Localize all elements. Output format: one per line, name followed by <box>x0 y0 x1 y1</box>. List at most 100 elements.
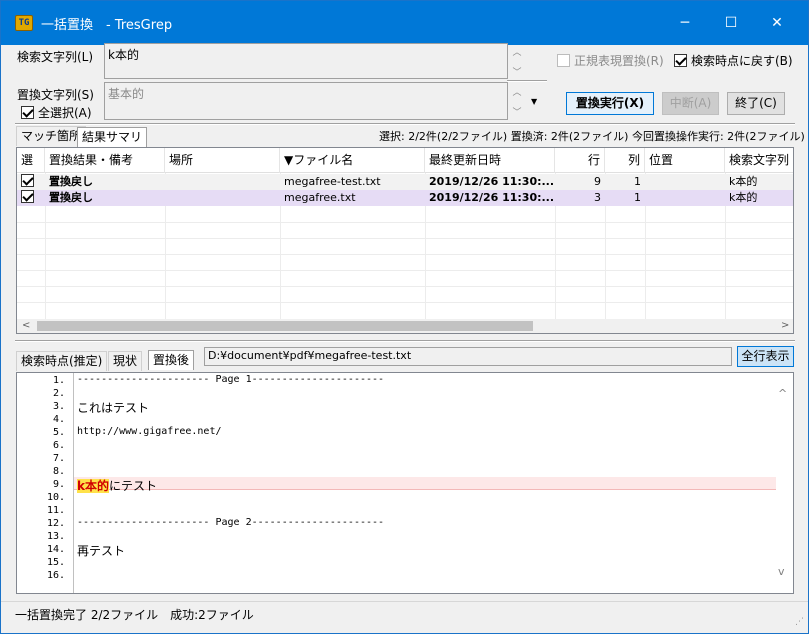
revert-to-search-checkbox[interactable]: 検索時点に戻す(B) <box>674 52 793 69</box>
line-number: 10. <box>46 492 65 503</box>
search-scroll-down-icon[interactable]: ﹀ <box>509 65 525 78</box>
replace-scroll-up-icon[interactable]: ︿ <box>509 85 525 98</box>
search-string-field[interactable]: k本的 <box>104 43 508 79</box>
tab-after-replace[interactable]: 置換後 <box>148 350 195 370</box>
line-number: 8. <box>52 466 65 477</box>
column-header-select[interactable]: 選 <box>17 148 45 173</box>
top-section-divider <box>15 123 795 125</box>
replace-window: TG 一括置換 - TresGrep ─ ☐ ✕ 検索文字列(L) k本的 ︿ … <box>0 0 809 634</box>
title-bar[interactable]: TG 一括置換 - TresGrep ─ ☐ ✕ <box>1 1 808 45</box>
column-header-position[interactable]: 位置 <box>645 148 725 173</box>
cell-column: 1 <box>634 175 641 188</box>
regex-check-icon <box>557 54 570 67</box>
line-number: 14. <box>46 544 65 555</box>
editor-scroll-down-icon[interactable]: v <box>778 565 785 578</box>
cell-filename: megafree-test.txt <box>284 175 381 188</box>
app-icon: TG <box>15 15 33 31</box>
column-header-location[interactable]: 場所 <box>165 148 280 173</box>
column-header-line[interactable]: 行 <box>555 148 605 173</box>
search-scroll-up-icon[interactable]: ︿ <box>509 45 525 58</box>
row-checkbox[interactable] <box>21 190 41 206</box>
line-number: 12. <box>46 518 65 529</box>
line-number: 11. <box>46 505 65 516</box>
cell-modified: 2019/12/26 11:30:... <box>429 191 555 204</box>
row-checkbox[interactable] <box>21 174 41 190</box>
cell-location <box>165 190 280 206</box>
regex-replace-checkbox[interactable]: 正規表現置換(R) <box>557 52 664 69</box>
scrollbar-thumb[interactable] <box>37 321 533 331</box>
column-header-modified[interactable]: 最終更新日時 <box>425 148 555 173</box>
cell-result: 置換戻し <box>49 191 93 204</box>
resize-grip-icon[interactable]: ⋰ <box>795 617 804 627</box>
line-number: 7. <box>52 453 65 464</box>
close-window-button[interactable]: ✕ <box>754 1 800 45</box>
line-number: 15. <box>46 557 65 568</box>
revert-check-icon <box>674 54 687 67</box>
line-number: 13. <box>46 531 65 542</box>
cell-column: 1 <box>634 191 641 204</box>
preview-editor[interactable]: 1. 2. 3. 4. 5. 6. 7. 8. 9. 10. 11. 12. 1… <box>16 372 794 594</box>
cell-line: 3 <box>594 191 601 204</box>
cell-search-string: k本的 <box>729 191 758 204</box>
results-table: 選 置換結果・備考 場所 ▼ファイル名 最終更新日時 行 列 位置 検索文字列 … <box>16 147 794 334</box>
column-header-result[interactable]: 置換結果・備考 <box>45 148 165 173</box>
select-all-checkbox[interactable]: 全選択(A) <box>21 104 92 121</box>
revert-to-search-label: 検索時点に戻す(B) <box>691 54 793 68</box>
middle-section-divider <box>15 340 795 342</box>
table-row[interactable]: 置換戻し megafree.txt 2019/12/26 11:30:... 3… <box>17 190 793 206</box>
maximize-button[interactable]: ☐ <box>708 1 754 45</box>
line-text: これはテスト <box>77 401 150 415</box>
line-number: 16. <box>46 570 65 581</box>
line-text-rest: にテスト <box>108 479 157 493</box>
table-header: 選 置換結果・備考 場所 ▼ファイル名 最終更新日時 行 列 位置 検索文字列 <box>17 148 793 173</box>
line-number: 5. <box>52 427 65 438</box>
column-header-filename[interactable]: ▼ファイル名 <box>280 148 425 173</box>
line-number: 1. <box>52 375 65 386</box>
cell-position <box>645 190 725 206</box>
exit-button[interactable]: 終了(C) <box>727 92 785 115</box>
select-all-check-icon <box>21 106 34 119</box>
highlighted-line <box>74 477 776 490</box>
column-header-search-string[interactable]: 検索文字列 <box>725 148 793 173</box>
column-header-column[interactable]: 列 <box>605 148 645 173</box>
cell-location <box>165 174 280 190</box>
selection-summary: 選択: 2/2件(2/2ファイル) 置換済: 2件(2ファイル) 今回置換操作実… <box>379 130 805 143</box>
scroll-right-icon[interactable]: > <box>781 319 789 333</box>
table-row[interactable]: 置換戻し megafree-test.txt 2019/12/26 11:30:… <box>17 174 793 190</box>
regex-replace-label: 正規表現置換(R) <box>574 54 664 68</box>
status-bar: 一括置換完了 2/2ファイル 成功:2ファイル ⋰ <box>1 601 808 633</box>
line-text: http://www.gigafree.net/ <box>77 426 222 437</box>
show-all-lines-button[interactable]: 全行表示 <box>737 346 794 367</box>
line-number: 2. <box>52 388 65 399</box>
line-text: ---------------------- Page 1-----------… <box>77 374 385 385</box>
minimize-button[interactable]: ─ <box>662 1 708 45</box>
execute-replace-button[interactable]: 置換実行(X) <box>566 92 654 115</box>
replace-string-field[interactable]: 基本的 <box>104 82 508 120</box>
field-divider <box>507 80 547 82</box>
tab-match-locations[interactable]: マッチ箇所 <box>16 126 87 146</box>
replace-scroll-down-icon[interactable]: ﹀ <box>509 105 525 118</box>
tab-current-state[interactable]: 現状 <box>108 351 143 371</box>
line-text: k本的にテスト <box>77 477 157 494</box>
cell-filename: megafree.txt <box>284 191 356 204</box>
line-number: 6. <box>52 440 65 451</box>
line-number: 9. <box>52 479 65 490</box>
select-all-label: 全選択(A) <box>38 106 92 120</box>
match-highlight: k本的 <box>77 479 109 493</box>
row-check-icon <box>21 190 34 203</box>
replace-history-dropdown-icon[interactable]: ▼ <box>531 97 537 106</box>
tab-at-search-time[interactable]: 検索時点(推定) <box>16 351 108 371</box>
cell-modified: 2019/12/26 11:30:... <box>429 175 555 188</box>
scroll-left-icon[interactable]: < <box>22 319 30 333</box>
search-string-label: 検索文字列(L) <box>17 50 94 64</box>
tab-result-summary[interactable]: 結果サマリ <box>77 127 148 147</box>
cell-search-string: k本的 <box>729 175 758 188</box>
line-number: 4. <box>52 414 65 425</box>
file-path-field: D:¥document¥pdf¥megafree-test.txt <box>204 347 732 366</box>
interrupt-button[interactable]: 中断(A) <box>662 92 719 115</box>
line-number: 3. <box>52 401 65 412</box>
editor-scroll-up-icon[interactable]: ^ <box>778 387 787 400</box>
table-horizontal-scrollbar[interactable]: < > <box>17 319 793 333</box>
replace-string-label: 置換文字列(S) <box>17 88 94 102</box>
row-check-icon <box>21 174 34 187</box>
